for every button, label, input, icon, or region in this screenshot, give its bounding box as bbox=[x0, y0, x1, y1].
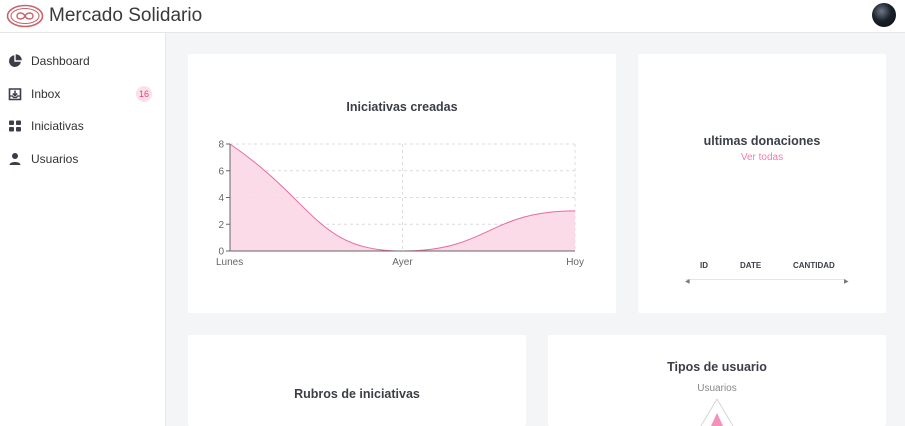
scroll-right-icon[interactable]: ▶ bbox=[844, 278, 849, 285]
iniciativas-area-chart: 0 2 4 6 8 Lunes Ayer Hoy bbox=[216, 140, 584, 269]
user-avatar[interactable] bbox=[872, 3, 896, 27]
sidebar-item-label: Inbox bbox=[31, 87, 61, 101]
card-title: ultimas donaciones bbox=[703, 134, 821, 148]
column-header-cantidad[interactable]: CANTIDAD bbox=[793, 261, 835, 270]
y-tick-label: 8 bbox=[218, 140, 224, 151]
sidebar-item-label: Dashboard bbox=[31, 54, 90, 68]
column-header-id[interactable]: ID bbox=[700, 261, 708, 270]
rubros-card: Rubros de iniciativas bbox=[188, 335, 526, 426]
sidebar-item-label: Usuarios bbox=[31, 152, 79, 166]
y-tick-label: 4 bbox=[218, 193, 224, 204]
pie-chart-icon bbox=[9, 54, 22, 67]
iniciativas-card: Iniciativas creadas 0 2 4 6 8 Lunes Ayer Hoy bbox=[188, 54, 616, 313]
inbox-count-badge: 16 bbox=[136, 86, 152, 102]
sidebar: Dashboard Inbox 16 Iniciativas Usuarios bbox=[0, 33, 166, 426]
x-tick-label: Hoy bbox=[566, 257, 584, 268]
y-tick-label: 2 bbox=[218, 220, 224, 231]
top-header: Mercado Solidario bbox=[0, 0, 905, 33]
radar-series-area bbox=[711, 413, 723, 426]
sidebar-item-inbox[interactable]: Inbox 16 bbox=[0, 82, 166, 108]
user-icon bbox=[9, 153, 21, 165]
brand-title[interactable]: Mercado Solidario bbox=[49, 5, 202, 27]
column-header-date[interactable]: DATE bbox=[740, 261, 761, 270]
y-tick-label: 6 bbox=[218, 166, 224, 177]
donaciones-card: ultimas donaciones Ver todas ID DATE CAN… bbox=[638, 54, 886, 313]
grid-icon bbox=[9, 120, 21, 132]
inbox-icon bbox=[8, 88, 22, 101]
card-title: Rubros de iniciativas bbox=[294, 387, 420, 401]
x-tick-label: Lunes bbox=[216, 257, 243, 268]
ver-todas-link[interactable]: Ver todas bbox=[638, 152, 886, 163]
sidebar-item-usuarios[interactable]: Usuarios bbox=[0, 147, 166, 173]
sidebar-item-dashboard[interactable]: Dashboard bbox=[0, 49, 166, 75]
table-scrollbar[interactable] bbox=[686, 279, 846, 280]
infinity-heart-logo[interactable] bbox=[6, 4, 44, 28]
tipos-radar-chart bbox=[700, 398, 734, 426]
sidebar-item-label: Iniciativas bbox=[31, 119, 84, 133]
x-tick-label: Ayer bbox=[392, 257, 413, 268]
y-tick-label: 0 bbox=[218, 247, 224, 258]
scroll-left-icon[interactable]: ◀ bbox=[685, 278, 690, 285]
sidebar-item-iniciativas[interactable]: Iniciativas bbox=[0, 114, 166, 140]
tipos-card: Tipos de usuario Usuarios bbox=[548, 335, 886, 426]
